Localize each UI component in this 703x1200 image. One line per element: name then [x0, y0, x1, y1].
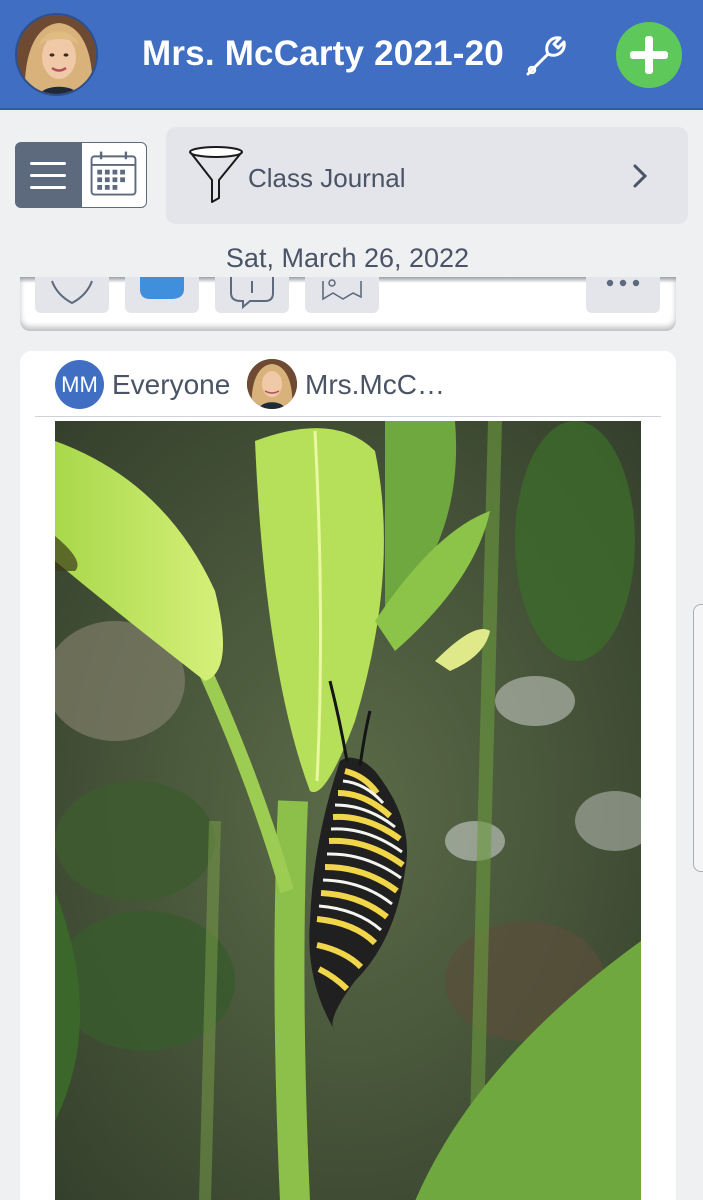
funnel-icon [189, 146, 243, 203]
calendar-icon [90, 151, 137, 196]
like-button[interactable] [35, 277, 109, 313]
author-avatar[interactable] [247, 359, 297, 409]
divider [35, 416, 661, 417]
scroll-handle[interactable] [693, 604, 703, 872]
more-dots-icon [606, 279, 640, 287]
heart-icon [51, 280, 93, 305]
app-header: Mrs. McCarty 2021-20 [0, 0, 703, 110]
journal-filter[interactable]: Class Journal [166, 127, 688, 224]
filter-label: Class Journal [248, 163, 406, 193]
chevron-right-icon[interactable] [630, 161, 650, 191]
post-photo[interactable] [55, 421, 641, 1200]
author-name: Mrs.McC… [305, 369, 445, 400]
more-button[interactable] [586, 277, 660, 313]
calendar-button[interactable] [81, 142, 147, 208]
hamburger-menu-icon [30, 162, 66, 189]
comment-bubble-icon [140, 277, 184, 299]
feed-date: Sat, March 26, 2022 [225, 243, 470, 273]
class-title: Mrs. McCarty 2021-20 [142, 34, 504, 73]
journal-post-card: MM Everyone Mrs.McC… [20, 351, 676, 1200]
teacher-avatar[interactable] [15, 13, 98, 96]
plus-icon [630, 36, 668, 74]
audience-badge: MM [55, 360, 104, 409]
map-button[interactable] [305, 277, 379, 313]
reply-button[interactable] [215, 277, 289, 313]
add-post-button[interactable] [616, 22, 682, 88]
menu-button[interactable] [15, 142, 81, 208]
map-icon [322, 279, 362, 301]
previous-post-card [20, 277, 676, 331]
reply-bubble-icon [230, 277, 274, 310]
wrench-icon[interactable] [522, 30, 572, 80]
audience-label: Everyone [112, 369, 231, 400]
comment-button[interactable] [125, 277, 199, 313]
